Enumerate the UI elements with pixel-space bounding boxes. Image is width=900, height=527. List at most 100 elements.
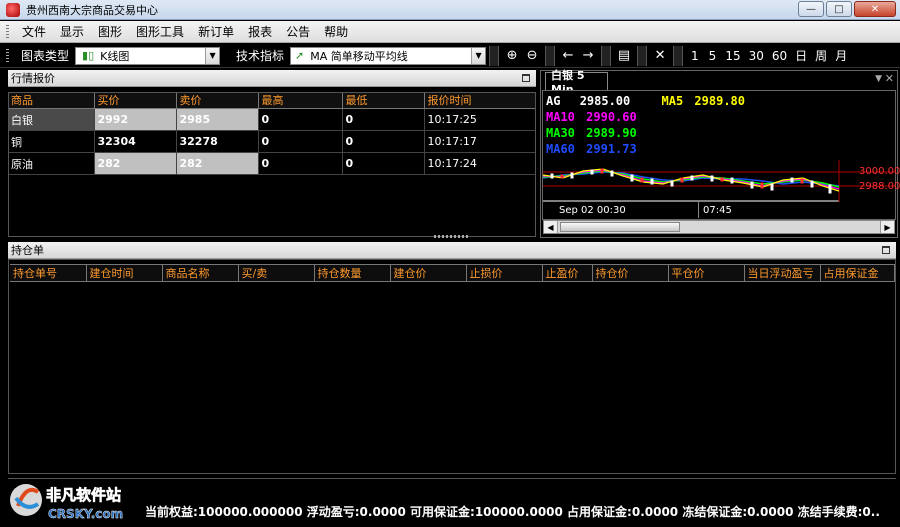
maximize-icon[interactable] [882, 246, 890, 254]
close-button[interactable]: ✕ [854, 1, 896, 17]
candlestick-icon: ▮▯ [82, 49, 95, 62]
chart-last-price: 2985.00 [579, 94, 631, 108]
cell-low: 0 [342, 152, 425, 175]
menu-new-order[interactable]: 新订单 [191, 23, 241, 40]
splitter-handle[interactable] [434, 235, 468, 238]
window-title: 贵州西南大宗商品交易中心 [26, 3, 158, 17]
quotes-panel-header: 行情报价 [8, 70, 536, 87]
zoom-in-icon[interactable]: ⊕ [502, 46, 522, 66]
ma30-label: MA30 [546, 126, 575, 140]
col-header-high[interactable]: 最高 [258, 92, 343, 109]
menu-chart[interactable]: 图形 [91, 23, 129, 40]
ma10-label: MA10 [546, 110, 575, 124]
period-15m[interactable]: 15 [721, 49, 744, 63]
quotes-table: 商品 买价 卖价 最高 最低 报价时间 白银 2992 2985 0 0 10:… [8, 92, 536, 175]
ma60-line: MA60 2991.73 [546, 142, 637, 156]
col-header-stop-loss[interactable]: 止损价 [466, 264, 543, 282]
menu-reports[interactable]: 报表 [241, 23, 279, 40]
chart-scrollbar[interactable]: ◀ ▶ [543, 220, 895, 234]
menu-view[interactable]: 显示 [53, 23, 91, 40]
account-summary: 当前权益:100000.000000 浮动盈亏:0.0000 可用保证金:100… [145, 504, 880, 519]
col-header-floating-pnl[interactable]: 当日浮动盈亏 [744, 264, 821, 282]
cell-ask: 32278 [176, 130, 259, 153]
table-row[interactable]: 铜 32304 32278 0 0 10:17:17 [8, 130, 536, 153]
arrow-right-icon[interactable]: → [578, 46, 598, 66]
col-header-position-id[interactable]: 持仓单号 [10, 264, 87, 282]
period-30m[interactable]: 30 [745, 49, 768, 63]
maximize-icon[interactable] [522, 74, 530, 82]
time-axis-tick [698, 202, 699, 218]
cell-quote-time: 10:17:24 [424, 152, 536, 175]
col-header-close-price[interactable]: 平仓价 [668, 264, 745, 282]
cell-commodity: 铜 [8, 130, 95, 153]
menu-file[interactable]: 文件 [15, 23, 53, 40]
menu-grip-icon [6, 24, 9, 39]
toolbar-separator [601, 45, 612, 66]
quotes-header-row: 商品 买价 卖价 最高 最低 报价时间 [8, 92, 536, 109]
col-header-ask[interactable]: 卖价 [176, 92, 259, 109]
cell-high: 0 [258, 130, 343, 153]
cell-ask: 2985 [176, 108, 259, 131]
cell-bid: 32304 [94, 130, 177, 153]
ma30-value: 2989.90 [586, 126, 637, 140]
arrow-left-icon[interactable]: ← [558, 46, 578, 66]
watermark-text: 非凡软件站 [46, 486, 121, 504]
ma10-value: 2990.60 [586, 110, 637, 124]
ma5-value: 2989.80 [694, 94, 745, 108]
scroll-left-icon[interactable]: ◀ [544, 221, 558, 233]
cell-low: 0 [342, 130, 425, 153]
col-header-commodity[interactable]: 商品名称 [162, 264, 239, 282]
chart-type-select[interactable]: ▮▯ K线图 ▼ [75, 46, 221, 65]
scroll-thumb[interactable] [560, 222, 680, 232]
app-icon [6, 2, 20, 17]
col-header-side[interactable]: 买/卖 [238, 264, 315, 282]
menu-help[interactable]: 帮助 [317, 23, 355, 40]
chevron-down-icon[interactable]: ▼ [471, 47, 486, 64]
positions-header-row: 持仓单号 建仓时间 商品名称 买/卖 持仓数量 建仓价 止损价 止盈价 持仓价 … [10, 264, 895, 282]
crosshair-icon[interactable]: ✕ [650, 46, 670, 66]
scroll-right-icon[interactable]: ▶ [880, 221, 894, 233]
cell-quote-time: 10:17:17 [424, 130, 536, 153]
chevron-down-icon[interactable]: ▼ [205, 47, 220, 64]
cell-high: 0 [258, 108, 343, 131]
col-header-quantity[interactable]: 持仓数量 [314, 264, 391, 282]
menu-chart-tools[interactable]: 图形工具 [129, 23, 191, 40]
chevron-down-icon[interactable]: ▼ [875, 74, 882, 84]
period-month[interactable]: 月 [831, 47, 851, 64]
indicator-line-icon: ➚ [295, 49, 305, 62]
indicator-select[interactable]: ➚ MA 简单移动平均线 ▼ [290, 46, 487, 65]
table-row[interactable]: 白银 2992 2985 0 0 10:17:25 [8, 108, 536, 131]
cell-bid: 282 [94, 152, 177, 175]
close-icon[interactable]: ✕ [885, 72, 894, 85]
menu-announcements[interactable]: 公告 [279, 23, 317, 40]
folder-icon[interactable]: ▤ [614, 46, 634, 66]
time-axis-label: Sep 02 00:30 [559, 205, 626, 216]
price-level-label: 2988.00 [859, 181, 900, 192]
period-1m[interactable]: 1 [686, 49, 704, 63]
ma5-label: MA5 [661, 94, 684, 108]
col-header-quote-time[interactable]: 报价时间 [424, 92, 536, 109]
ma60-label: MA60 [546, 142, 575, 156]
period-60m[interactable]: 60 [768, 49, 791, 63]
period-week[interactable]: 周 [811, 47, 831, 64]
ma60-value: 2991.73 [586, 142, 637, 156]
cell-quote-time: 10:17:25 [424, 108, 536, 131]
period-day[interactable]: 日 [791, 47, 811, 64]
table-row[interactable]: 原油 282 282 0 0 10:17:24 [8, 152, 536, 175]
period-5m[interactable]: 5 [704, 49, 722, 63]
col-header-margin[interactable]: 占用保证金 [820, 264, 895, 282]
col-header-take-profit[interactable]: 止盈价 [542, 264, 593, 282]
col-header-hold-price[interactable]: 持仓价 [592, 264, 669, 282]
minimize-button[interactable]: — [798, 1, 824, 17]
col-header-commodity[interactable]: 商品 [8, 92, 95, 109]
indicator-value: MA 简单移动平均线 [310, 49, 408, 63]
zoom-out-icon[interactable]: ⊖ [522, 46, 542, 66]
chart-type-value: K线图 [100, 49, 130, 63]
col-header-low[interactable]: 最低 [342, 92, 425, 109]
col-header-open-time[interactable]: 建仓时间 [86, 264, 163, 282]
maximize-button[interactable]: □ [826, 1, 852, 17]
col-header-open-price[interactable]: 建仓价 [390, 264, 467, 282]
col-header-bid[interactable]: 买价 [94, 92, 177, 109]
quotes-panel-title: 行情报价 [11, 72, 55, 85]
chart-tab[interactable]: 白银 5 Min [545, 69, 608, 96]
